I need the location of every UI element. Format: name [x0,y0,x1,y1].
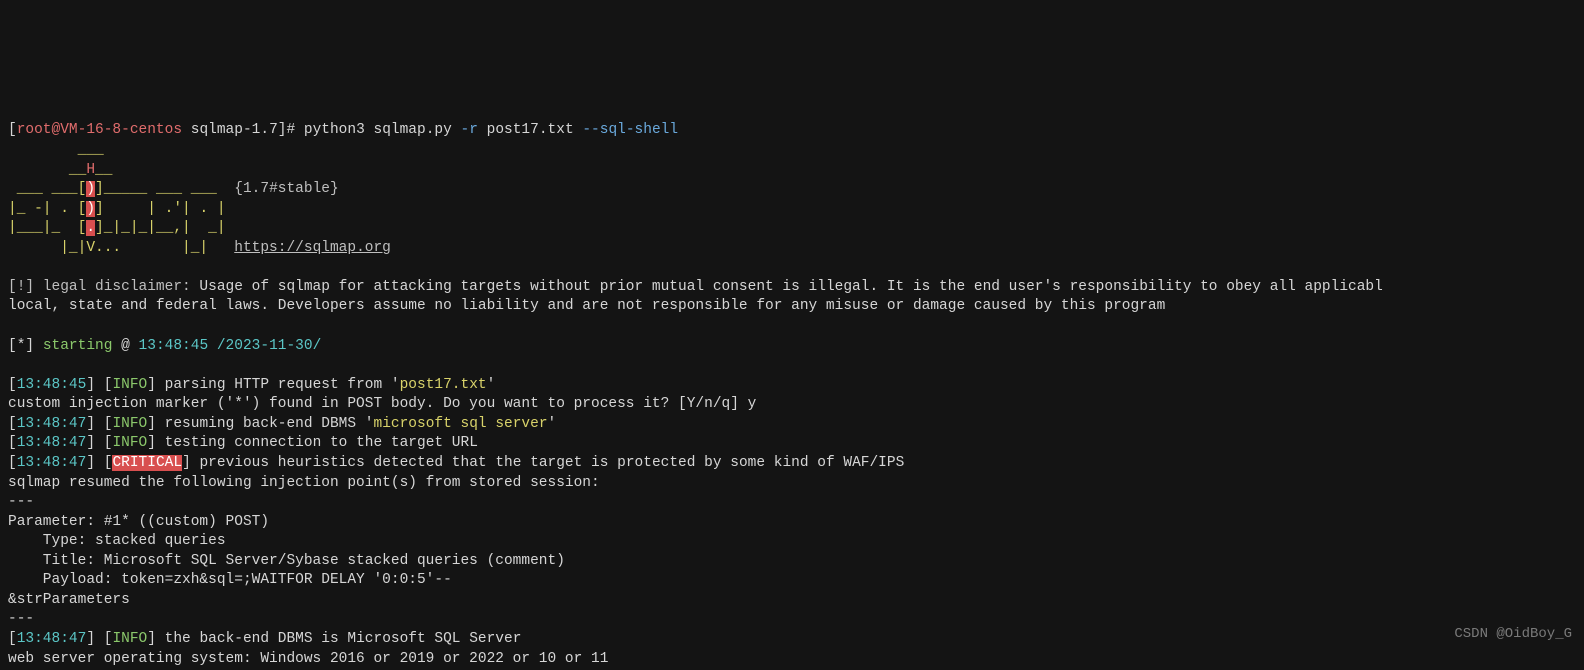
log-timestamp: 13:48:47 [17,435,87,451]
shell-flag-r: -r [461,122,478,138]
sqlmap-logo-line2b: __ [95,162,112,178]
log-line: web server operating system: Windows 201… [8,651,608,667]
log-line: Type: stacked queries [8,533,226,549]
shell-arg-file: post17.txt [487,122,574,138]
shell-command-exec: python3 sqlmap.py [304,122,452,138]
sqlmap-logo-line3a: ___ ___[ [8,181,86,197]
log-msg: resuming back-end DBMS ' [156,416,374,432]
sqlmap-version: {1.7#stable} [234,181,338,197]
log-msg: testing connection to the target URL [156,435,478,451]
log-line: --- [8,611,34,627]
log-timestamp: 13:48:47 [17,631,87,647]
legal-disclaimer-prefix: [!] legal disclaimer: [8,279,191,295]
sqlmap-logo-bracket1: ) [86,181,95,197]
log-line: --- [8,494,34,510]
sqlmap-logo-line1: ___ [8,142,104,158]
log-level-info: INFO [112,416,147,432]
log-line: Payload: token=zxh&sql=;WAITFOR DELAY '0… [8,572,452,588]
log-line: Parameter: #1* ((custom) POST) [8,514,269,530]
sqlmap-logo-bracket2: ) [86,201,95,217]
shell-dir: sqlmap-1.7 [191,122,278,138]
log-msg: parsing HTTP request from ' [156,377,400,393]
legal-disclaimer-body1: Usage of sqlmap for attacking targets wi… [191,279,1383,295]
sqlmap-logo-line5a: |___|_ [ [8,220,86,236]
log-timestamp: 13:48:45 [17,377,87,393]
log-msg: the back-end DBMS is Microsoft SQL Serve… [156,631,521,647]
shell-user-host: root@VM-16-8-centos [17,122,182,138]
shell-prompt-open: [ [8,122,17,138]
log-level-critical: CRITICAL [112,455,182,471]
sqlmap-logo-line4b: ] | .'| . | [95,201,226,217]
legal-disclaimer-body2: local, state and federal laws. Developer… [8,298,1165,314]
log-level-info: INFO [112,377,147,393]
sqlmap-logo-bracket3: . [86,220,95,236]
sqlmap-logo-h: H [86,162,95,178]
sqlmap-logo-line5b: ]_|_|_|__,| _| [95,220,226,236]
sqlmap-logo-line2a: __ [8,162,86,178]
starting-prefix: [*] [8,338,34,354]
terminal[interactable]: [root@VM-16-8-centos sqlmap-1.7]# python… [0,98,1584,670]
starting-word: starting [43,338,113,354]
log-msg: previous heuristics detected that the ta… [191,455,905,471]
starting-at: @ [121,338,130,354]
shell-prompt-close: ]# [278,122,304,138]
sqlmap-logo-line4a: |_ -| . [ [8,201,86,217]
log-timestamp: 13:48:47 [17,416,87,432]
log-line: Title: Microsoft SQL Server/Sybase stack… [8,553,565,569]
log-highlight: post17.txt [400,377,487,393]
shell-flag-sql-shell: --sql-shell [582,122,678,138]
log-line: custom injection marker ('*') found in P… [8,396,756,412]
sqlmap-url-link[interactable]: https://sqlmap.org [234,240,391,256]
log-line: sqlmap resumed the following injection p… [8,475,600,491]
starting-time: 13:48:45 /2023-11-30/ [139,338,322,354]
sqlmap-logo-line6a: |_|V... |_| [8,240,234,256]
log-output: [13:48:45] [INFO] parsing HTTP request f… [8,376,1576,670]
log-level-info: INFO [112,631,147,647]
log-highlight: microsoft sql server [374,416,548,432]
log-timestamp: 13:48:47 [17,455,87,471]
log-level-info: INFO [112,435,147,451]
watermark-text: CSDN @OidBoy_G [1454,625,1572,644]
log-line: &strParameters [8,592,130,608]
sqlmap-logo-line3b: ]_____ ___ ___ [95,181,234,197]
